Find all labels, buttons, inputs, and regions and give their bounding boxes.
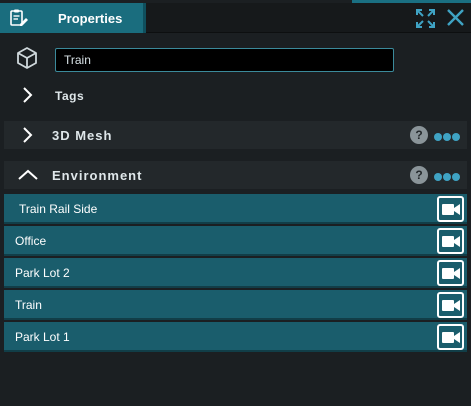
environment-list: Train Rail Side Office Park Lot 2 Train …	[4, 194, 467, 354]
camera-icon[interactable]	[437, 292, 464, 318]
list-item[interactable]: Train Rail Side	[4, 194, 467, 224]
title-bar: Properties	[0, 3, 471, 33]
list-item-label: Park Lot 2	[15, 266, 70, 280]
list-item[interactable]: Park Lot 1	[4, 322, 467, 352]
cube-icon	[16, 46, 38, 70]
help-icon[interactable]: ?	[410, 166, 428, 184]
list-item-label: Park Lot 1	[15, 330, 70, 344]
close-icon[interactable]	[446, 8, 465, 27]
expand-icon[interactable]	[415, 8, 436, 29]
camera-icon[interactable]	[437, 260, 464, 286]
tags-row[interactable]: Tags	[0, 82, 471, 108]
chevron-right-icon	[19, 127, 35, 143]
more-icon[interactable]	[434, 128, 464, 142]
tab-properties[interactable]: Properties	[0, 3, 146, 33]
chevron-up-icon	[18, 167, 38, 183]
section-title: Environment	[52, 168, 143, 183]
list-item-label: Train	[15, 298, 42, 312]
list-item[interactable]: Train	[4, 290, 467, 320]
help-icon[interactable]: ?	[410, 126, 428, 144]
tab-title: Properties	[58, 11, 123, 26]
section-title: 3D Mesh	[52, 128, 113, 143]
section-3d-mesh[interactable]: 3D Mesh ?	[4, 121, 467, 149]
section-environment[interactable]: Environment ?	[4, 161, 467, 189]
tags-label: Tags	[55, 89, 85, 103]
list-item[interactable]: Park Lot 2	[4, 258, 467, 288]
more-icon[interactable]	[434, 168, 464, 182]
list-item[interactable]: Office	[4, 226, 467, 256]
list-item-label: Office	[15, 234, 47, 248]
camera-icon[interactable]	[437, 196, 464, 222]
camera-icon[interactable]	[437, 324, 464, 350]
camera-icon[interactable]	[437, 228, 464, 254]
properties-panel: Properties Tags 3D Mesh	[0, 0, 471, 406]
list-item-label: Train Rail Side	[19, 202, 98, 216]
object-name-input[interactable]	[55, 48, 394, 72]
chevron-right-icon	[19, 87, 35, 103]
clipboard-edit-icon	[9, 9, 29, 27]
